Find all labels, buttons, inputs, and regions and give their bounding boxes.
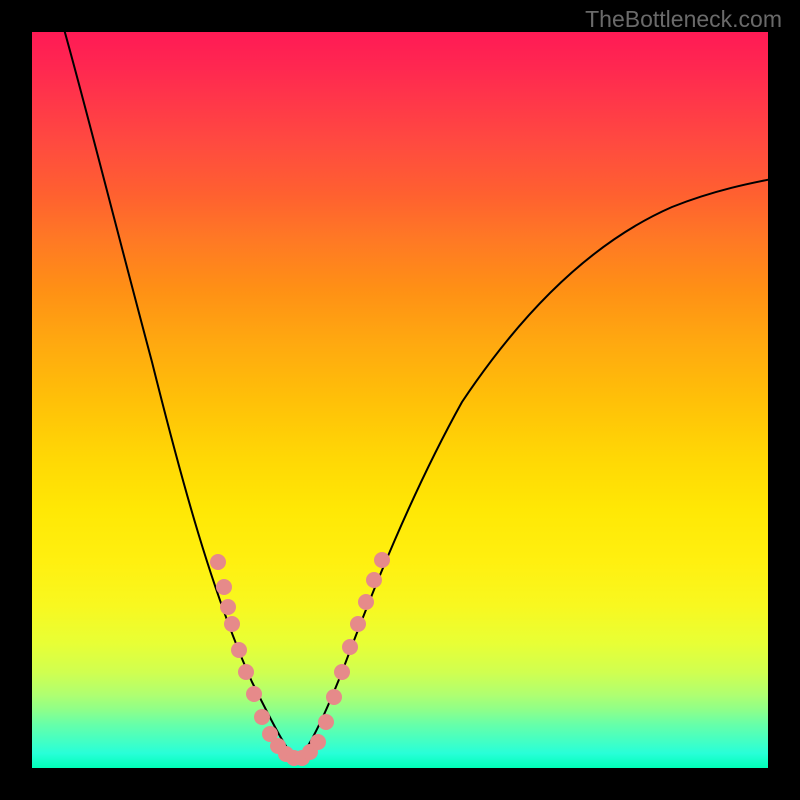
data-point (224, 616, 240, 632)
data-point (210, 554, 226, 570)
data-point (220, 599, 236, 615)
chart-plot-area (32, 32, 768, 768)
data-point (366, 572, 382, 588)
data-point (238, 664, 254, 680)
bottleneck-curve-right (297, 177, 768, 760)
data-point (342, 639, 358, 655)
bottleneck-curve-left (62, 32, 297, 760)
data-point (374, 552, 390, 568)
data-point (216, 579, 232, 595)
data-point (334, 664, 350, 680)
data-point (310, 734, 326, 750)
chart-svg (32, 32, 768, 768)
data-point (254, 709, 270, 725)
data-point (231, 642, 247, 658)
data-point (358, 594, 374, 610)
data-point (246, 686, 262, 702)
data-point (326, 689, 342, 705)
watermark-text: TheBottleneck.com (585, 6, 782, 33)
data-point (318, 714, 334, 730)
data-point (350, 616, 366, 632)
